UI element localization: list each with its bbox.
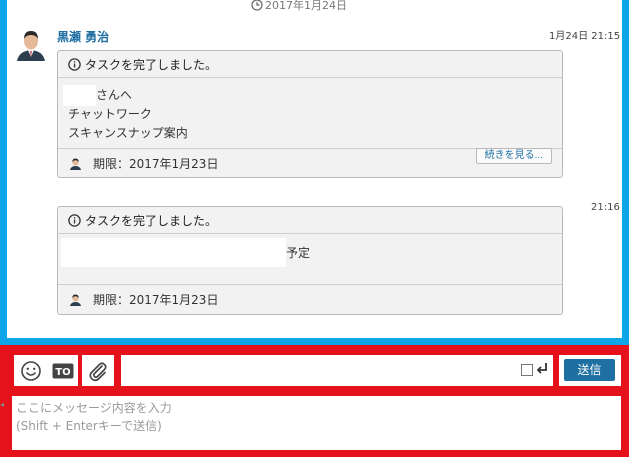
composer-area: TO 送信 — [0, 345, 629, 457]
task-footer: 期限：2017年1月23日 — [58, 284, 562, 314]
date-separator: 2017年1月24日 — [251, 0, 347, 13]
sender-avatar[interactable] — [15, 27, 47, 61]
chat-frame: 2017年1月24日 黒瀬 勇治 1月24日 21:15 タスクを完了しました。 — [0, 0, 629, 345]
send-button[interactable]: 送信 — [564, 359, 615, 381]
info-icon — [68, 213, 81, 227]
task-card: タスクを完了しました。 予定 期限：2017年1月23日 — [57, 206, 563, 315]
task-header-text: タスクを完了しました。 — [85, 213, 218, 228]
task-line: スキャンスナップ案内 — [68, 126, 188, 140]
task-header-text: タスクを完了しました。 — [85, 57, 218, 72]
attach-file-button[interactable] — [82, 355, 114, 386]
read-more-button[interactable]: 続きを見る... — [475, 148, 552, 164]
task-deadline: 期限：2017年1月23日 — [93, 293, 219, 307]
task-body: 予定 — [58, 234, 562, 284]
task-header: タスクを完了しました。 — [58, 51, 562, 78]
paperclip-icon — [89, 361, 107, 381]
emoji-button[interactable] — [14, 355, 48, 386]
chat-timeline[interactable]: 2017年1月24日 黒瀬 勇治 1月24日 21:15 タスクを完了しました。 — [7, 0, 622, 338]
task-body: さんへ チャットワーク スキャンスナップ案内 — [58, 78, 562, 148]
task-line: チャットワーク — [68, 107, 152, 121]
to-button[interactable]: TO — [48, 355, 78, 386]
send-area: 送信 — [559, 355, 621, 386]
smiley-icon — [21, 360, 41, 381]
clock-icon — [251, 0, 263, 11]
assignee-avatar — [70, 294, 81, 306]
message-input[interactable] — [16, 399, 617, 447]
task-deadline: 期限：2017年1月23日 — [93, 157, 219, 171]
info-icon — [68, 57, 81, 71]
enter-key-icon — [536, 361, 548, 377]
task-card: タスクを完了しました。 さんへ チャットワーク スキャンスナップ案内 期限：20… — [57, 50, 563, 178]
task-line: 予定 — [286, 246, 311, 260]
task-line: さんへ — [96, 88, 133, 102]
enter-to-send-checkbox[interactable] — [521, 364, 533, 376]
toolbar-input-strip[interactable] — [121, 355, 553, 386]
resize-handle-icon[interactable]: ◂ — [0, 400, 6, 410]
message-textarea-wrapper — [12, 396, 621, 450]
task-header: タスクを完了しました。 — [58, 207, 562, 234]
sender-name[interactable]: 黒瀬 勇治 — [57, 28, 109, 45]
assignee-avatar — [70, 158, 81, 170]
task-footer: 期限：2017年1月23日 続きを見る... — [58, 148, 562, 178]
redacted-block — [61, 238, 286, 267]
message-timestamp: 1月24日 21:15 — [549, 31, 621, 42]
to-icon: TO — [52, 363, 74, 378]
to-label: TO — [55, 367, 70, 378]
message-timestamp: 21:16 — [591, 202, 620, 213]
date-separator-text: 2017年1月24日 — [265, 0, 347, 12]
